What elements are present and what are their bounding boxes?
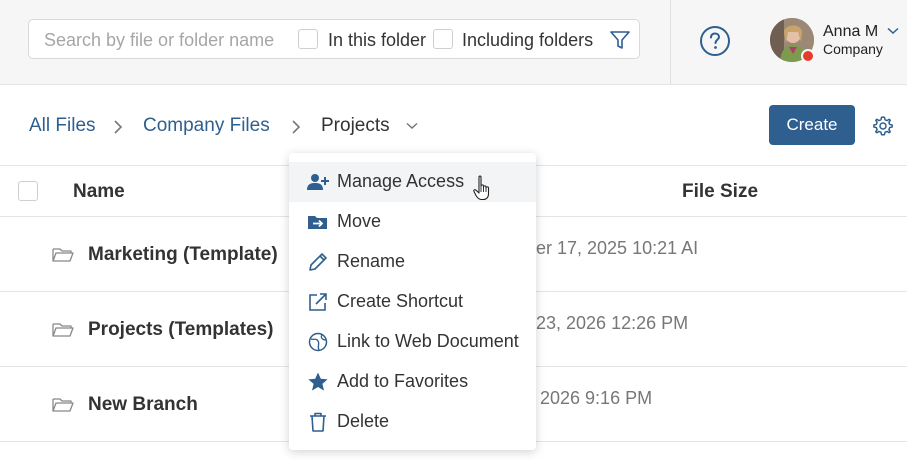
menu-item-label: Manage Access bbox=[337, 171, 465, 191]
folder-icon bbox=[52, 398, 74, 412]
menu-item-label: Link to Web Document bbox=[337, 331, 519, 351]
star-icon bbox=[308, 372, 328, 391]
topbar-divider bbox=[670, 0, 671, 85]
row-date: 23, 2026 12:26 PM bbox=[536, 313, 689, 333]
user-company[interactable]: Company bbox=[823, 41, 883, 57]
trash-icon bbox=[310, 412, 326, 432]
menu-item-add-to-favorites[interactable]: Add to Favorites bbox=[289, 362, 536, 402]
column-header-name[interactable]: Name bbox=[73, 181, 125, 203]
menu-item-move[interactable]: Move bbox=[289, 202, 536, 242]
menu-item-rename[interactable]: Rename bbox=[289, 242, 536, 282]
menu-item-delete[interactable]: Delete bbox=[289, 402, 536, 442]
including-folders-checkbox[interactable] bbox=[433, 29, 453, 49]
folder-icon bbox=[52, 323, 74, 337]
chevron-right-icon bbox=[114, 120, 123, 134]
menu-item-link-to-web-document[interactable]: Link to Web Document bbox=[289, 322, 536, 362]
pencil-icon bbox=[309, 253, 327, 271]
globe-link-icon bbox=[308, 332, 328, 352]
top-bar: In this folder Including folders Anna M … bbox=[0, 0, 907, 85]
help-icon[interactable] bbox=[699, 25, 731, 57]
chevron-down-icon[interactable] bbox=[887, 27, 899, 35]
including-folders-label[interactable]: Including folders bbox=[462, 30, 593, 51]
row-name[interactable]: Marketing (Template) bbox=[88, 244, 278, 266]
search-box: In this folder Including folders bbox=[28, 19, 640, 59]
menu-item-label: Create Shortcut bbox=[337, 291, 464, 311]
hand-cursor-icon bbox=[473, 175, 490, 201]
manage-access-icon bbox=[307, 174, 329, 190]
user-name[interactable]: Anna M bbox=[823, 23, 878, 41]
breadcrumb-all-files[interactable]: All Files bbox=[29, 115, 96, 137]
menu-item-label: Rename bbox=[337, 251, 406, 271]
menu-item-label: Add to Favorites bbox=[337, 371, 469, 391]
move-icon bbox=[308, 216, 327, 229]
search-input[interactable] bbox=[44, 29, 284, 51]
select-all-checkbox[interactable] bbox=[18, 181, 38, 201]
external-link-icon bbox=[309, 293, 327, 311]
gear-icon[interactable] bbox=[872, 115, 894, 137]
menu-item-label: Move bbox=[337, 211, 382, 231]
folder-icon bbox=[52, 248, 74, 262]
status-indicator bbox=[801, 49, 815, 63]
row-name[interactable]: New Branch bbox=[88, 394, 198, 416]
filter-icon[interactable] bbox=[609, 29, 631, 51]
context-menu: Manage Access Move Rename Create Shortcu… bbox=[289, 153, 536, 450]
column-header-file-size[interactable]: File Size bbox=[682, 181, 758, 203]
menu-item-manage-access[interactable]: Manage Access bbox=[289, 162, 536, 202]
menu-item-create-shortcut[interactable]: Create Shortcut bbox=[289, 282, 536, 322]
menu-item-label: Delete bbox=[337, 411, 390, 431]
create-button[interactable]: Create bbox=[769, 105, 855, 145]
breadcrumb-projects[interactable]: Projects bbox=[321, 115, 390, 137]
chevron-right-icon bbox=[292, 120, 301, 134]
in-this-folder-checkbox[interactable] bbox=[298, 29, 318, 49]
row-date: er 17, 2025 10:21 AI bbox=[536, 238, 699, 258]
in-this-folder-label[interactable]: In this folder bbox=[328, 30, 426, 51]
breadcrumb-company-files[interactable]: Company Files bbox=[143, 115, 270, 137]
row-date: 2026 9:16 PM bbox=[540, 388, 653, 408]
chevron-down-icon[interactable] bbox=[406, 122, 418, 130]
row-name[interactable]: Projects (Templates) bbox=[88, 319, 273, 341]
